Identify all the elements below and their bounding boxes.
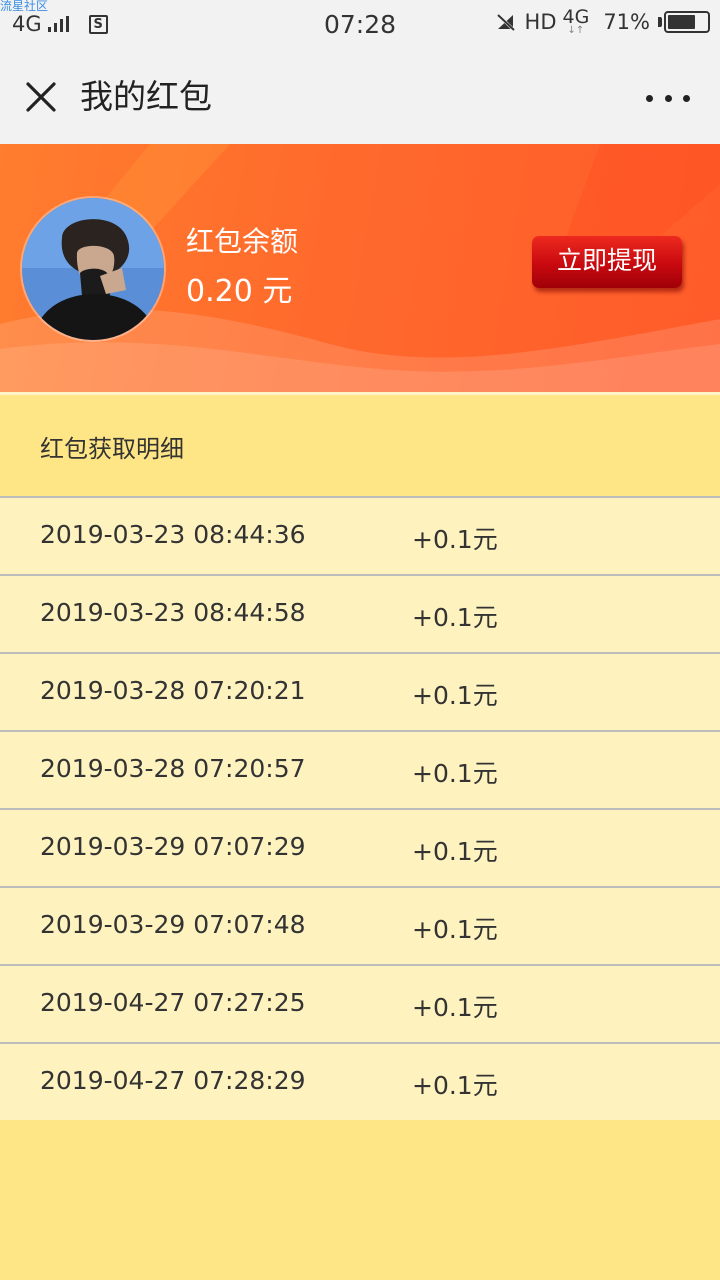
record-amount: +0.1元 <box>412 915 498 944</box>
list-item: 2019-04-27 07:27:25 +0.1元 <box>0 964 720 1042</box>
balance-value: 0.20 元 <box>186 274 293 309</box>
nav-bar: 我的红包 <box>0 50 720 144</box>
records-header: 红包获取明细 <box>0 392 720 496</box>
record-date: 2019-04-27 07:28:29 <box>40 1066 306 1095</box>
status-right: HD 4G ↓↑ 71% <box>495 8 710 36</box>
record-amount: +0.1元 <box>412 1071 498 1100</box>
list-item: 2019-03-23 08:44:36 +0.1元 <box>0 496 720 574</box>
records-title: 红包获取明细 <box>40 435 184 463</box>
list-item: 2019-03-29 07:07:29 +0.1元 <box>0 808 720 886</box>
record-date: 2019-03-29 07:07:48 <box>40 910 306 939</box>
record-amount: +0.1元 <box>412 525 498 554</box>
balance-label: 红包余额 <box>186 225 299 258</box>
list-item: 2019-03-29 07:07:48 +0.1元 <box>0 886 720 964</box>
record-amount: +0.1元 <box>412 993 498 1022</box>
balance-banner: 红包余额 0.20 元 立即提现 <box>0 144 720 392</box>
list-item: 2019-03-23 08:44:58 +0.1元 <box>0 574 720 652</box>
record-date: 2019-03-28 07:20:57 <box>40 754 306 783</box>
page-title: 我的红包 <box>80 77 212 116</box>
records-list: 2019-03-23 08:44:36 +0.1元 2019-03-23 08:44… <box>0 496 720 1120</box>
battery-percent: 71% <box>603 10 650 34</box>
avatar <box>20 196 166 342</box>
list-item: 2019-04-27 07:28:29 +0.1元 <box>0 1042 720 1120</box>
record-amount: +0.1元 <box>412 759 498 788</box>
record-date: 2019-03-23 08:44:36 <box>40 520 306 549</box>
record-date: 2019-03-23 08:44:58 <box>40 598 306 627</box>
data-network: 4G ↓↑ <box>563 8 590 36</box>
battery-icon <box>658 11 710 33</box>
record-amount: +0.1元 <box>412 837 498 866</box>
list-item: 2019-03-28 07:20:57 +0.1元 <box>0 730 720 808</box>
record-date: 2019-03-29 07:07:29 <box>40 832 306 861</box>
more-icon[interactable] <box>646 88 690 108</box>
record-date: 2019-04-27 07:27:25 <box>40 988 306 1017</box>
record-amount: +0.1元 <box>412 603 498 632</box>
close-icon[interactable] <box>20 76 62 118</box>
hd-label: HD <box>524 10 557 34</box>
record-amount: +0.1元 <box>412 681 498 710</box>
status-bar: 流星社区 4G S 07:28 HD 4G ↓↑ 71% <box>0 0 720 50</box>
list-item: 2019-03-28 07:20:21 +0.1元 <box>0 652 720 730</box>
record-date: 2019-03-28 07:20:21 <box>40 676 306 705</box>
withdraw-button[interactable]: 立即提现 <box>532 236 682 288</box>
mute-icon <box>495 12 516 33</box>
